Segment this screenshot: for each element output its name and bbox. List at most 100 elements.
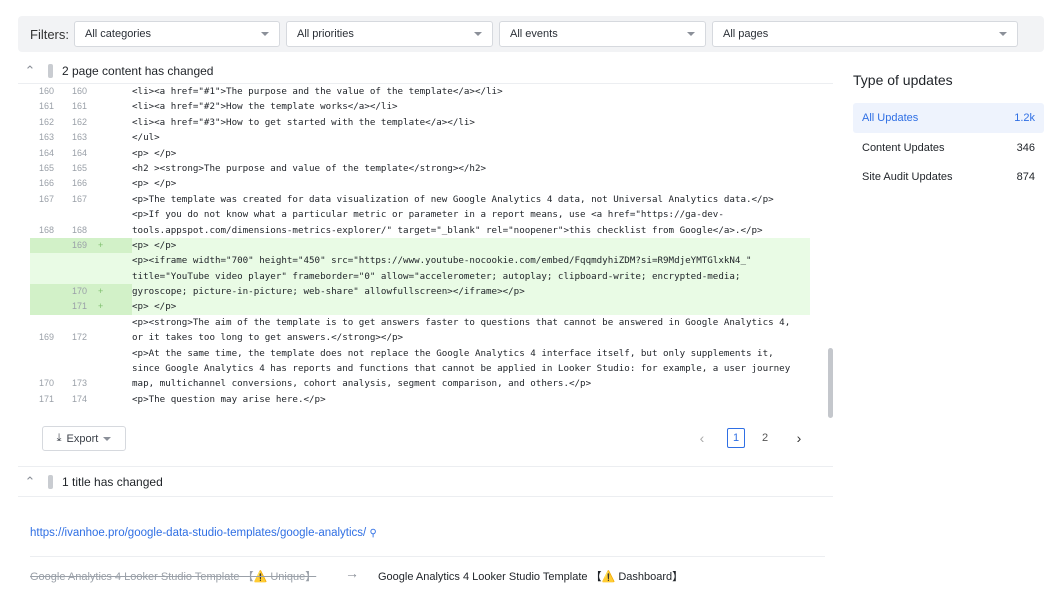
new-line-number [58, 315, 90, 330]
content-section-title: 2 page content has changed [62, 64, 214, 78]
content-section-header[interactable]: ⌃ 2 page content has changed [18, 62, 833, 80]
old-line-number [30, 361, 58, 376]
sidebar-item-all-updates[interactable]: All Updates 1.2k [853, 103, 1044, 133]
diff-row: since Google Analytics 4 has reports and… [30, 361, 810, 376]
new-line-number: 166 [72, 178, 88, 189]
code-line: title="YouTube video player" frameborder… [132, 270, 741, 282]
diff-row-added: 169 + <p> </p> [30, 237, 810, 254]
code-line: or it takes too long to get answers.</st… [132, 332, 404, 344]
diff-row: 169 172 or it takes too long to get answer… [30, 330, 810, 345]
code-line: <p> </p> [132, 147, 177, 159]
code-line: tools.appspot.com/dimensions-metrics-exp… [132, 224, 763, 236]
code-line: <p>If you do not know what a particular … [132, 209, 724, 221]
diff-sign [90, 207, 132, 222]
new-line-number [58, 361, 90, 376]
diff-row: 171 174 <p>The question may arise here.</p… [30, 392, 810, 407]
diff-row: 167 167 <p>The template was created for da… [30, 192, 810, 207]
sidebar-item-site-audit-updates[interactable]: Site Audit Updates 874 [853, 162, 1044, 192]
new-line-number: 163 [72, 132, 88, 143]
new-line-number: 173 [72, 378, 88, 389]
code-line: <h2 ><strong>The purpose and value of th… [132, 162, 487, 174]
new-title: Google Analytics 4 Looker Studio Templat… [378, 571, 684, 583]
diff-sign [90, 376, 132, 391]
diff-row: 168 168 tools.appspot.com/dimensions-metri… [30, 223, 810, 238]
code-line: <li><a href="#1">The purpose and the val… [132, 86, 503, 97]
page-url-text: https://ivanhoe.pro/google-data-studio-t… [30, 527, 367, 539]
event-select[interactable]: All events [499, 21, 706, 47]
category-select[interactable]: All categories [74, 21, 280, 47]
new-line-number: 160 [72, 86, 88, 96]
divider [30, 556, 825, 557]
new-line-number: 170 [58, 284, 90, 300]
chevron-up-icon[interactable]: ⌃ [18, 63, 42, 79]
code-line: <p><strong>The aim of the template is to… [132, 316, 791, 328]
diff-row: 163 163 </ul> [30, 130, 810, 145]
new-line-number: 161 [72, 101, 88, 112]
export-button[interactable]: ⤓ Export [42, 426, 126, 451]
chevron-down-icon [687, 32, 695, 36]
old-line-number [30, 346, 58, 361]
diff-row: 166 166 <p> </p> [30, 176, 810, 191]
diff-sign [90, 99, 132, 114]
new-line-number: 172 [72, 332, 88, 343]
code-line: <p>The question may arise here.</p> [132, 393, 326, 405]
new-line-number: 168 [72, 224, 88, 235]
title-section-title: 1 title has changed [62, 475, 163, 489]
code-line: <p> </p> [132, 239, 177, 251]
page-button-1[interactable]: 1 [727, 428, 745, 448]
diff-view: 160 160 <li><a href="#1">The purpose and t… [30, 84, 810, 407]
old-title: Google Analytics 4 Looker Studio Templat… [30, 571, 317, 583]
old-line-number: 165 [39, 162, 55, 173]
chevron-up-icon[interactable]: ⌃ [18, 474, 42, 490]
diff-row: <p>At the same time, the template does n… [30, 346, 810, 361]
old-line-number [30, 269, 58, 284]
divider [18, 496, 833, 497]
scrollbar[interactable] [828, 348, 833, 418]
diff-sign [90, 346, 132, 361]
prev-page-button[interactable]: ‹ [694, 428, 710, 448]
old-line-number [30, 207, 58, 222]
arrow-right-icon: → [345, 565, 359, 581]
filters-label: Filters: [30, 26, 69, 42]
diff-sign [90, 115, 132, 130]
old-line-number: 169 [39, 332, 55, 343]
search-icon[interactable]: ⚲ [369, 528, 376, 539]
new-line-number: 174 [72, 393, 88, 404]
new-line-number: 171 [58, 299, 90, 315]
diff-sign [90, 269, 132, 284]
code-line: <p> </p> [132, 178, 177, 190]
chevron-down-icon [999, 32, 1007, 36]
priority-select[interactable]: All priorities [286, 21, 493, 47]
app-root: Filters: All categories All priorities A… [0, 0, 1064, 600]
sidebar-item-label: Site Audit Updates [862, 171, 953, 183]
page-select[interactable]: All pages [712, 21, 1018, 47]
next-page-button[interactable]: › [791, 428, 807, 448]
diff-sign [90, 192, 132, 207]
sidebar-item-content-updates[interactable]: Content Updates 346 [853, 133, 1044, 163]
title-section-header[interactable]: ⌃ 1 title has changed [18, 473, 833, 491]
code-line: <p>At the same time, the template does n… [132, 347, 774, 359]
new-line-number: 165 [72, 162, 88, 173]
diff-sign: + [90, 299, 132, 315]
section-marker [48, 64, 53, 78]
old-line-number [30, 253, 58, 268]
filters-bar: Filters: All categories All priorities A… [18, 16, 1044, 52]
sidebar-title: Type of updates [853, 72, 953, 88]
page-button-2[interactable]: 2 [756, 428, 774, 448]
code-line: gyroscope; picture-in-picture; web-share… [132, 286, 525, 298]
old-line-number [30, 315, 58, 330]
diff-sign: + [90, 284, 132, 300]
code-line: </ul> [132, 132, 160, 144]
new-line-number [58, 207, 90, 222]
diff-sign [90, 361, 132, 376]
code-line: <li><a href="#2">How the template works<… [132, 101, 398, 113]
page-url-link[interactable]: https://ivanhoe.pro/google-data-studio-t… [30, 527, 377, 539]
old-line-number: 167 [39, 193, 55, 204]
new-line-number [58, 269, 90, 284]
diff-row: <p><strong>The aim of the template is to… [30, 315, 810, 330]
sidebar-item-label: All Updates [862, 112, 919, 124]
old-line-number: 164 [39, 147, 55, 158]
download-icon: ⤓ [56, 432, 62, 444]
old-line-number: 160 [39, 86, 55, 96]
event-select-value: All events [510, 28, 558, 40]
